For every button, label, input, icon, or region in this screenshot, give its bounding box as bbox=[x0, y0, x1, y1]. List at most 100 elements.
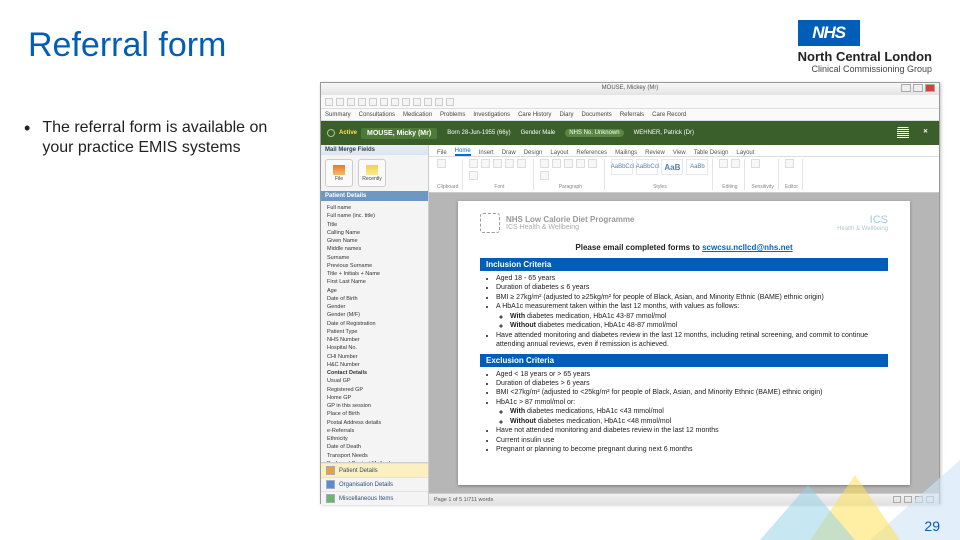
style-preview[interactable]: AaB bbox=[661, 159, 683, 175]
toolbar-icon[interactable] bbox=[380, 98, 388, 106]
field-item[interactable]: Date of Death bbox=[327, 443, 422, 451]
field-item[interactable]: Full name bbox=[327, 204, 422, 212]
footer-tab-org[interactable]: Organisation Details bbox=[321, 477, 428, 491]
toolbar-icon[interactable] bbox=[424, 98, 432, 106]
toolbar-icon[interactable] bbox=[358, 98, 366, 106]
font-icon[interactable] bbox=[469, 159, 478, 168]
field-item[interactable]: e-Referrals bbox=[327, 427, 422, 435]
style-preview[interactable]: AaBb bbox=[686, 159, 708, 175]
menu-item[interactable]: Diary bbox=[559, 112, 573, 118]
field-item[interactable]: GP in this session bbox=[327, 402, 422, 410]
shading-icon[interactable] bbox=[540, 171, 549, 180]
align-icon[interactable] bbox=[576, 159, 585, 168]
number-list-icon[interactable] bbox=[552, 159, 561, 168]
menu-item[interactable]: Problems bbox=[440, 112, 465, 118]
ribbon-tab[interactable]: References bbox=[576, 150, 607, 156]
zoom-slider[interactable] bbox=[926, 496, 934, 503]
field-item[interactable]: Full name (inc. title) bbox=[327, 212, 422, 220]
menu-item[interactable]: Care Record bbox=[652, 112, 686, 118]
ribbon-tab[interactable]: Table Design bbox=[694, 150, 729, 156]
field-item[interactable]: Patient Type bbox=[327, 328, 422, 336]
field-item[interactable]: Hospital No. bbox=[327, 344, 422, 352]
footer-tab-patient[interactable]: Patient Details bbox=[321, 463, 428, 477]
field-item[interactable]: Registered GP bbox=[327, 386, 422, 394]
footer-tab-misc[interactable]: Miscellaneous Items bbox=[321, 491, 428, 505]
field-item[interactable]: Transport Needs bbox=[327, 452, 422, 460]
toolbar-icon[interactable] bbox=[369, 98, 377, 106]
field-item[interactable]: Date of Birth bbox=[327, 295, 422, 303]
ribbon-tab[interactable]: Mailings bbox=[615, 150, 637, 156]
patient-field-list[interactable]: Full name Full name (inc. title) Title C… bbox=[321, 201, 428, 462]
menu-item[interactable]: Investigations bbox=[473, 112, 510, 118]
bold-icon[interactable] bbox=[481, 159, 490, 168]
italic-icon[interactable] bbox=[493, 159, 502, 168]
field-item[interactable]: CHI Number bbox=[327, 353, 422, 361]
ribbon-tab[interactable]: Home bbox=[455, 148, 471, 156]
view-mode-icon[interactable] bbox=[893, 496, 901, 503]
field-item[interactable]: Age bbox=[327, 287, 422, 295]
field-item[interactable]: Home GP bbox=[327, 394, 422, 402]
paste-icon[interactable] bbox=[437, 159, 446, 168]
field-item[interactable]: Previous Surname bbox=[327, 262, 422, 270]
field-item[interactable]: First Last Name bbox=[327, 278, 422, 286]
field-item[interactable]: Usual GP bbox=[327, 377, 422, 385]
document-viewport[interactable]: NHS Low Calorie Diet Programme ICS Healt… bbox=[429, 193, 939, 493]
toolbar-icon[interactable] bbox=[336, 98, 344, 106]
field-item[interactable]: Postal Address details bbox=[327, 419, 422, 427]
view-mode-icon[interactable] bbox=[904, 496, 912, 503]
style-preview[interactable]: AaBbCcl bbox=[636, 159, 658, 175]
email-link[interactable]: scwcsu.ncllcd@nhs.net bbox=[702, 243, 793, 252]
field-item[interactable]: H&C Number bbox=[327, 361, 422, 369]
field-item[interactable]: Surname bbox=[327, 254, 422, 262]
field-item[interactable]: Given Name bbox=[327, 237, 422, 245]
menu-item[interactable]: Consultations bbox=[359, 112, 395, 118]
ribbon-tab[interactable]: Draw bbox=[502, 150, 516, 156]
field-item[interactable]: Title + Initials + Name bbox=[327, 270, 422, 278]
toolbar-icon[interactable] bbox=[347, 98, 355, 106]
toolbar-icon[interactable] bbox=[402, 98, 410, 106]
menu-item[interactable]: Documents bbox=[581, 112, 611, 118]
field-item[interactable]: Ethnicity bbox=[327, 435, 422, 443]
menu-item[interactable]: Care History bbox=[518, 112, 551, 118]
close-precis-icon[interactable]: ✕ bbox=[923, 128, 933, 138]
toolbar-icon[interactable] bbox=[435, 98, 443, 106]
ribbon-tab[interactable]: Design bbox=[524, 150, 543, 156]
maximize-button[interactable] bbox=[913, 84, 923, 92]
field-item[interactable]: Title bbox=[327, 221, 422, 229]
ribbon-tab[interactable]: Insert bbox=[479, 150, 494, 156]
field-item[interactable]: NHS Number bbox=[327, 336, 422, 344]
ribbon-tab[interactable]: File bbox=[437, 150, 447, 156]
indent-icon[interactable] bbox=[564, 159, 573, 168]
toolbar-icon[interactable] bbox=[325, 98, 333, 106]
line-spacing-icon[interactable] bbox=[588, 159, 597, 168]
field-item[interactable]: Gender bbox=[327, 303, 422, 311]
field-item[interactable]: Middle names bbox=[327, 245, 422, 253]
calendar-icon[interactable] bbox=[897, 127, 909, 139]
ribbon-tab[interactable]: View bbox=[673, 150, 686, 156]
recently-button[interactable]: Recently bbox=[358, 159, 386, 187]
underline-icon[interactable] bbox=[505, 159, 514, 168]
minimize-button[interactable] bbox=[901, 84, 911, 92]
field-item[interactable]: Date of Registration bbox=[327, 320, 422, 328]
ribbon-tab[interactable]: Review bbox=[645, 150, 665, 156]
font-color-icon[interactable] bbox=[517, 159, 526, 168]
toolbar-icon[interactable] bbox=[446, 98, 454, 106]
toolbar-icon[interactable] bbox=[413, 98, 421, 106]
style-preview[interactable]: AaBbCcl bbox=[611, 159, 633, 175]
editor-icon[interactable] bbox=[785, 159, 794, 168]
field-item[interactable]: Place of Birth bbox=[327, 410, 422, 418]
field-item[interactable]: Gender (M/F) bbox=[327, 311, 422, 319]
find-icon[interactable] bbox=[719, 159, 728, 168]
replace-icon[interactable] bbox=[731, 159, 740, 168]
field-item[interactable]: Contact Details bbox=[327, 369, 422, 377]
ribbon-tab[interactable]: Layout bbox=[736, 150, 754, 156]
close-button[interactable] bbox=[925, 84, 935, 92]
ribbon-tab[interactable]: Layout bbox=[550, 150, 568, 156]
menu-item[interactable]: Summary bbox=[325, 112, 351, 118]
field-item[interactable]: Calling Name bbox=[327, 229, 422, 237]
pb-search-icon[interactable] bbox=[327, 129, 335, 137]
highlight-icon[interactable] bbox=[469, 171, 478, 180]
file-button[interactable]: File bbox=[325, 159, 353, 187]
menu-item[interactable]: Referrals bbox=[620, 112, 644, 118]
menu-item[interactable]: Medication bbox=[403, 112, 432, 118]
